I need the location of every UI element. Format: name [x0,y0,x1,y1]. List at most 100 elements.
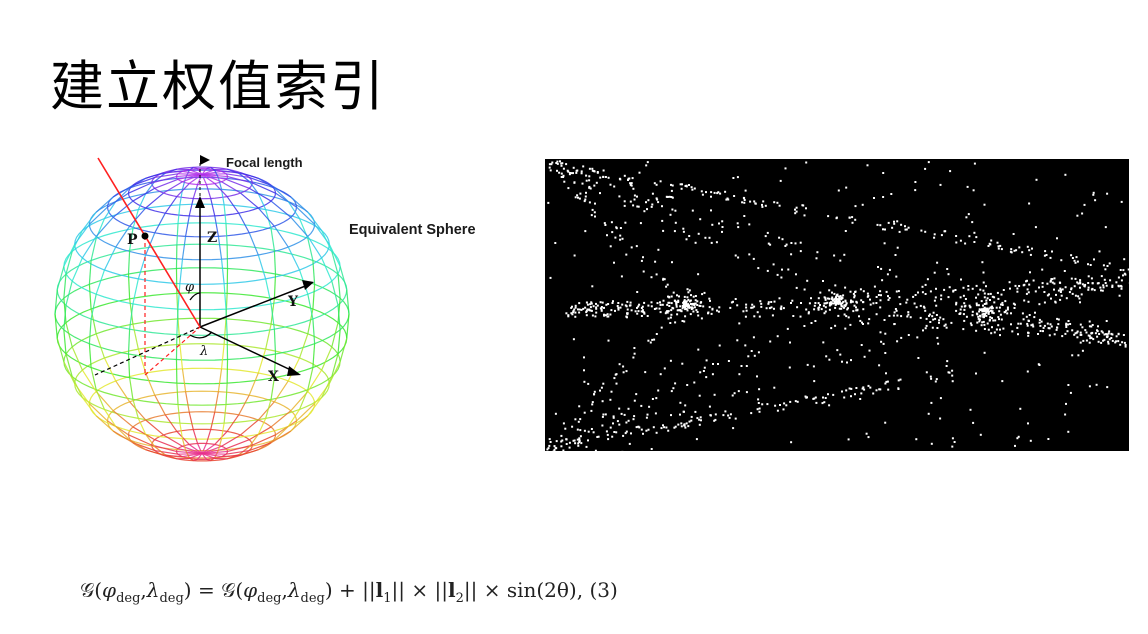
feature-point [1001,304,1004,306]
feature-point [651,338,654,341]
feature-point [987,328,990,331]
feature-point [1014,284,1017,287]
feature-point [1115,335,1118,338]
feature-point [677,299,680,302]
feature-point [548,444,551,447]
feature-point [1074,261,1077,264]
feature-point [994,319,997,322]
feature-point [1029,253,1032,256]
feature-point [843,313,846,316]
feature-point [900,223,903,226]
feature-point [1070,277,1073,280]
feature-point [619,234,622,237]
feature-point [650,448,653,450]
feature-point [653,338,656,341]
feature-point [855,301,858,304]
feature-point [1066,330,1069,333]
feature-point [708,405,711,408]
feature-point [975,284,978,287]
feature-point [844,230,847,232]
feature-point [590,302,593,305]
feature-point [647,428,650,431]
feature-point [868,349,871,352]
feature-point [975,304,978,307]
feature-point [573,308,576,311]
feature-point [879,299,882,302]
feature-point [939,397,942,400]
feature-point [692,295,695,298]
feature-point [765,307,768,310]
feature-point [601,400,604,403]
feature-point [579,192,582,195]
feature-point [992,319,995,322]
feature-point [666,303,669,306]
feature-point [1088,341,1091,344]
feature-point [997,245,1000,248]
sphere-meridian [223,404,227,424]
feature-point [895,309,898,312]
feature-point [1093,289,1096,292]
feature-point [1071,292,1074,295]
feature-point [888,268,891,271]
feature-point [875,389,878,392]
feature-point [886,273,889,276]
feature-point [1006,308,1009,311]
feature-point [1059,298,1062,301]
feature-point [662,299,665,302]
feature-point [971,221,974,224]
sphere-meridian [115,380,131,403]
feature-point [1057,289,1060,292]
feature-point [848,216,851,219]
feature-point [883,242,886,245]
feature-point [607,176,610,179]
feature-point [1021,251,1024,254]
feature-point [604,413,607,416]
feature-point [668,195,671,198]
feature-point [629,200,632,203]
feature-point [710,195,712,198]
feature-point [1018,285,1021,287]
feature-point [631,177,634,180]
feature-point [738,322,741,325]
feature-point [893,222,896,225]
feature-point [570,312,573,315]
feature-point [660,427,663,430]
feature-point [671,196,674,199]
feature-point [627,177,630,180]
sphere-meridian [185,391,190,413]
feature-point [899,303,902,306]
feature-point [863,388,866,391]
feature-point [626,300,629,303]
feature-point [822,396,824,399]
feature-point [599,192,601,195]
feature-point [580,170,583,173]
feature-point [1027,300,1030,303]
feature-point [618,195,621,198]
feature-point [611,435,614,438]
feature-point [785,404,788,407]
feature-point [618,363,621,366]
feature-point [1027,291,1030,294]
feature-point [658,307,661,310]
label-phi: φ [185,280,195,295]
feature-point [782,408,785,411]
feature-point [839,353,842,356]
feature-point [593,211,596,214]
feature-point [607,339,610,342]
feature-point [1107,332,1110,335]
feature-point [594,315,597,318]
feature-point [907,311,910,314]
sphere-meridian [185,215,190,237]
feature-point [554,242,557,244]
feature-point [596,171,599,173]
feature-point [880,294,882,297]
feature-point [803,288,806,291]
feature-point [1035,178,1038,181]
feature-point [1094,199,1097,202]
feature-point [1061,288,1064,291]
feature-point [805,207,807,210]
feature-point [962,328,965,331]
feature-point [619,306,622,309]
feature-point [568,441,571,444]
feature-point [1101,331,1104,334]
